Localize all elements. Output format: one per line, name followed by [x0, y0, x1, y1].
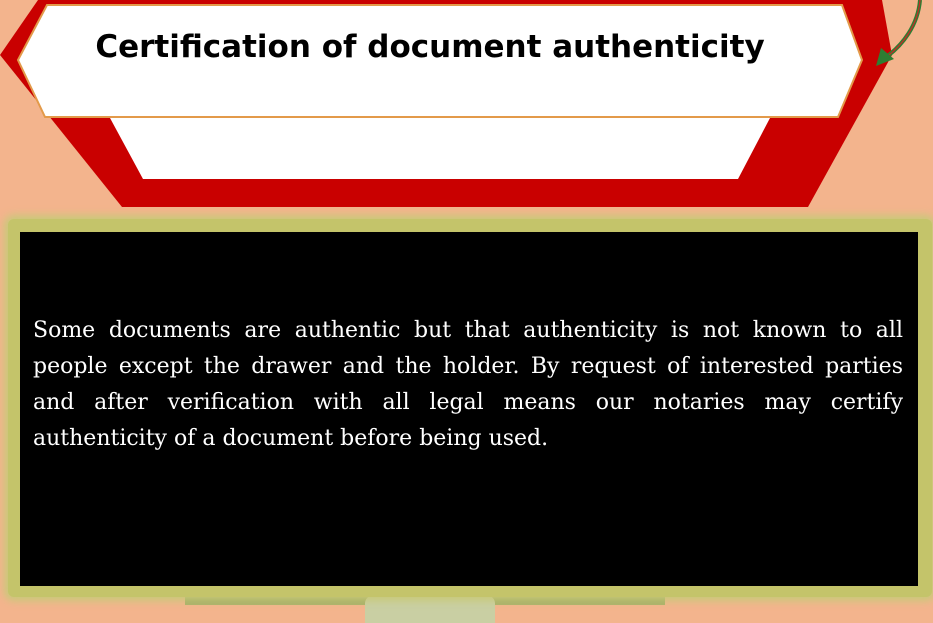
banner-white-lower-panel — [110, 118, 770, 179]
page-title: Certification of document authenticity — [95, 29, 765, 65]
description-paragraph: Some documents are authentic but that au… — [33, 318, 903, 451]
content-panel: Some documents are authentic but that au… — [20, 232, 918, 586]
